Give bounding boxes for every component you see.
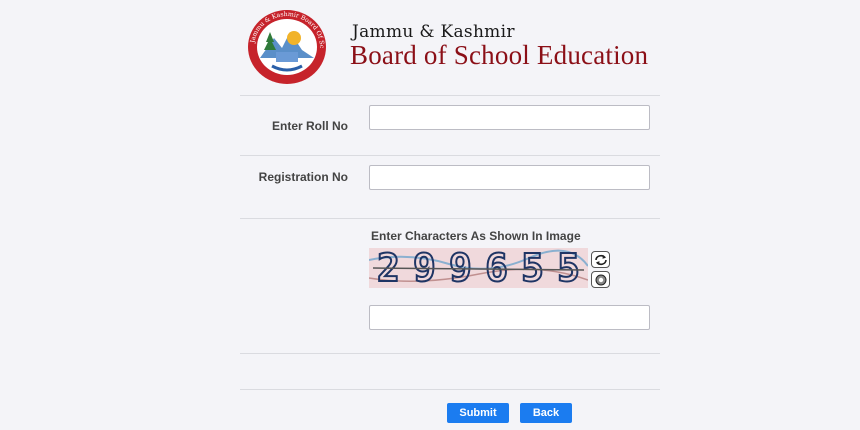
org-subtitle: Jammu & Kashmir <box>352 22 515 42</box>
roll-no-input[interactable] <box>369 105 650 130</box>
captcha-title: Enter Characters As Shown In Image <box>371 229 581 243</box>
back-button[interactable]: Back <box>520 403 572 423</box>
refresh-icon <box>594 254 607 265</box>
captcha-input[interactable] <box>369 305 650 330</box>
divider <box>240 155 660 156</box>
divider <box>240 95 660 96</box>
divider <box>240 353 660 354</box>
captcha-image: 299655 <box>369 248 588 288</box>
captcha-audio-button[interactable] <box>591 271 610 288</box>
captcha-refresh-button[interactable] <box>591 251 610 268</box>
registration-no-label: Registration No <box>258 170 348 184</box>
org-title: Board of School Education <box>350 40 649 70</box>
divider <box>240 218 660 219</box>
roll-no-label: Enter Roll No <box>271 119 348 133</box>
audio-icon <box>595 274 606 285</box>
registration-no-input[interactable] <box>369 165 650 190</box>
submit-button[interactable]: Submit <box>447 403 509 423</box>
divider <box>240 389 660 390</box>
board-logo: Jammu & Kashmir Board Of School Educatio… <box>246 8 326 84</box>
page-header: Jammu & Kashmir Board Of School Educatio… <box>240 0 660 95</box>
